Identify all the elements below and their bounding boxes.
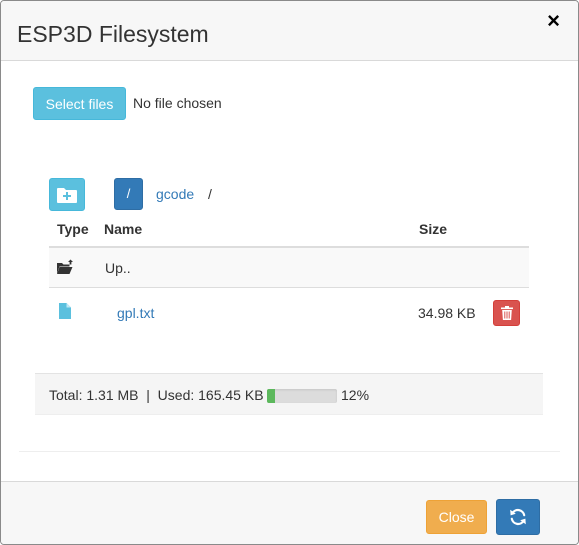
divider — [35, 414, 543, 415]
folder-plus-icon — [50, 179, 84, 210]
dialog-header: ESP3D Filesystem × — [1, 1, 578, 61]
storage-status-bar: Total: 1.31 MB | Used: 165.45 KB 12% — [35, 373, 543, 415]
table-row-up[interactable]: Up.. — [49, 248, 529, 288]
storage-progress-fill — [267, 389, 276, 403]
breadcrumb-root-button[interactable]: / — [114, 178, 143, 210]
select-files-button[interactable]: Select files — [33, 87, 126, 120]
divider — [19, 451, 560, 452]
trash-icon — [501, 306, 513, 320]
folder-up-icon — [56, 259, 74, 275]
dialog-title: ESP3D Filesystem — [17, 21, 209, 47]
up-directory-label: Up.. — [105, 260, 131, 276]
file-link-gpl-txt[interactable]: gpl.txt — [117, 305, 154, 321]
refresh-button[interactable] — [496, 499, 540, 535]
column-header-type: Type — [57, 221, 89, 237]
dialog-footer: Close — [1, 481, 578, 544]
close-button[interactable]: Close — [426, 500, 487, 534]
delete-file-button[interactable] — [493, 300, 520, 326]
refresh-icon — [509, 508, 527, 526]
storage-summary: Total: 1.31 MB | Used: 165.45 KB — [49, 387, 264, 403]
column-header-name: Name — [104, 221, 143, 237]
close-icon[interactable]: × — [547, 9, 560, 33]
storage-percent: 12% — [341, 387, 370, 403]
file-size: 34.98 KB — [418, 305, 476, 321]
breadcrumb-separator: / — [208, 186, 212, 202]
storage-progress-bar — [267, 389, 337, 403]
create-folder-button[interactable] — [49, 178, 85, 211]
filesystem-dialog: ESP3D Filesystem × Select files No file … — [0, 0, 579, 545]
file-icon — [59, 303, 71, 319]
file-chosen-status: No file chosen — [133, 95, 222, 111]
column-header-size: Size — [419, 221, 448, 237]
breadcrumb-gcode-link[interactable]: gcode — [156, 186, 194, 202]
